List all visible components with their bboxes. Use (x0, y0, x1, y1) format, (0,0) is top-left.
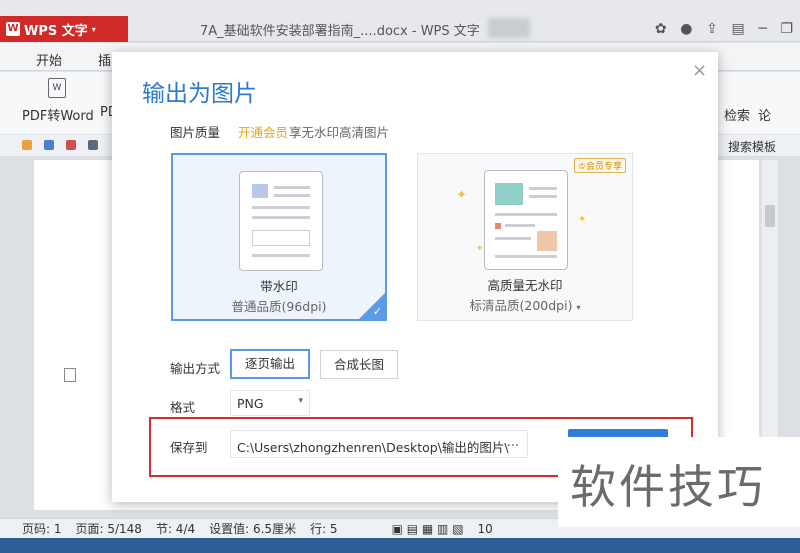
status-zoom[interactable]: 10 (478, 522, 493, 536)
document-title: 7A_基础软件安装部署指南_....docx - WPS 文字 (200, 24, 480, 39)
app-menu-button[interactable]: W WPS 文字 ▾ (0, 16, 128, 42)
card-subtitle: 普通品质(96dpi) (231, 299, 327, 314)
chevron-down-icon: ▾ (298, 396, 303, 406)
restore-icon[interactable]: ❐ (781, 21, 794, 37)
status-row: 行: 5 (310, 522, 338, 536)
card-subtitle[interactable]: 标清品质(200dpi) ▾ (418, 295, 632, 314)
open-icon[interactable] (22, 140, 32, 150)
close-icon[interactable]: × (692, 60, 707, 81)
skin-icon[interactable]: ✿ (655, 21, 667, 37)
format-select[interactable]: PNG ▾ (230, 390, 310, 416)
quality-option-watermark[interactable]: 带水印 普通品质(96dpi) ✓ (171, 153, 387, 321)
dot-icon[interactable]: ● (680, 21, 692, 37)
menu-icon[interactable]: ▤ (732, 21, 745, 37)
star-icon: ✦ (456, 188, 467, 203)
long-image-button[interactable]: 合成长图 (320, 350, 398, 379)
vip-link[interactable]: 开通会员 (238, 122, 288, 141)
check-icon: ✓ (372, 305, 382, 318)
scrollbar-thumb[interactable] (765, 205, 775, 227)
status-page-code: 页码: 1 (22, 522, 62, 536)
export-pdf-icon[interactable] (66, 140, 76, 150)
chevron-down-icon: ▾ (576, 303, 581, 312)
print-icon[interactable] (88, 140, 98, 150)
search-templates[interactable]: 搜索模板 (728, 138, 776, 155)
card-title: 带水印 (260, 279, 298, 294)
chevron-down-icon: ▾ (91, 24, 96, 34)
view-mode-icons[interactable]: ▣ ▤ ▦ ▥ ▧ (392, 522, 464, 536)
status-page[interactable]: 页面: 5/148 (76, 520, 142, 537)
quality-option-hd[interactable]: ♔会员专享 ✦ ✦ ✦ 高质量无水印 标清品质(200dpi) ▾ (417, 153, 633, 321)
status-setting: 设置值: 6.5厘米 (209, 522, 297, 536)
site-watermark: 软件技巧 (558, 437, 800, 527)
avatar[interactable] (488, 18, 530, 38)
status-section: 节: 4/4 (155, 522, 196, 536)
tab-start[interactable]: 开始 (36, 50, 62, 69)
watermark-page-icon (239, 171, 323, 271)
pdf-to-word-button[interactable]: PDF转Word (22, 105, 94, 124)
vip-badge: ♔会员专享 (573, 158, 626, 173)
dialog-title: 输出为图片 (142, 81, 257, 107)
desktop-taskbar (0, 538, 800, 553)
search-button[interactable]: 检索 (724, 105, 750, 124)
paper-button[interactable]: 论 (758, 105, 771, 124)
star-icon: ✦ (476, 244, 484, 254)
pdf-to-word-icon[interactable]: W (48, 78, 66, 98)
window-controls: ✿ ● ⇪ ▤ ─ ❐ (648, 18, 800, 40)
card-title: 高质量无水印 (487, 278, 563, 293)
quality-label: 图片质量 (170, 125, 221, 140)
tab-insert[interactable]: 插 (98, 50, 111, 69)
hd-page-icon (484, 170, 568, 270)
minimize-icon[interactable]: ─ (758, 21, 766, 37)
star-icon: ✦ (578, 214, 587, 225)
share-icon[interactable]: ⇪ (706, 21, 718, 37)
output-mode-label: 输出方式 (170, 361, 221, 376)
format-value: PNG (237, 396, 264, 411)
app-name: WPS 文字 (24, 23, 88, 39)
save-icon[interactable] (44, 140, 54, 150)
per-page-output-button[interactable]: 逐页输出 (230, 349, 310, 379)
format-label: 格式 (170, 400, 196, 415)
vip-description: 享无水印高清图片 (289, 125, 390, 140)
document-icon[interactable] (64, 368, 76, 382)
wps-logo-icon: W (6, 22, 20, 36)
